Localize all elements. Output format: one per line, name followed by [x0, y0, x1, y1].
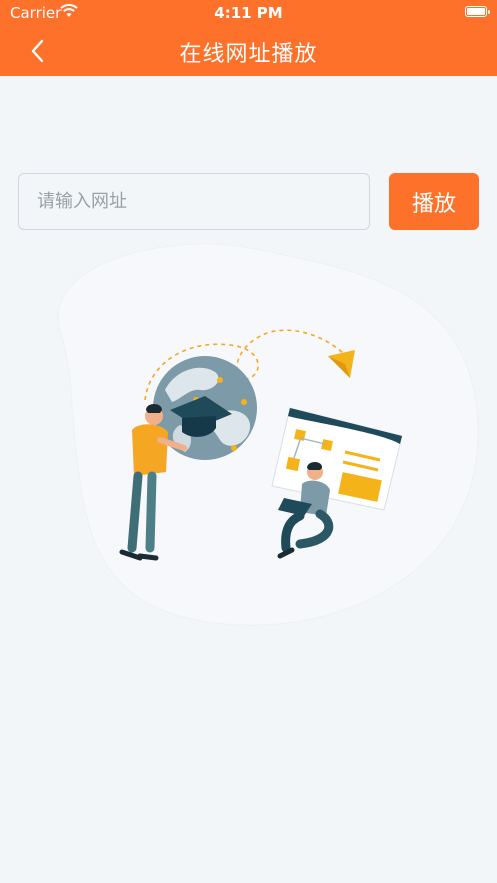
page-title: 在线网址播放 [179, 42, 318, 67]
status-time: 4:11 PM [214, 4, 283, 22]
navigation-bar: 在线网址播放 [0, 26, 497, 76]
play-button[interactable]: 播放 [389, 173, 479, 230]
url-input[interactable] [18, 173, 370, 230]
status-bar: Carrier 4:11 PM [0, 0, 497, 26]
battery-icon [465, 6, 490, 17]
online-learning-illustration [57, 243, 479, 626]
